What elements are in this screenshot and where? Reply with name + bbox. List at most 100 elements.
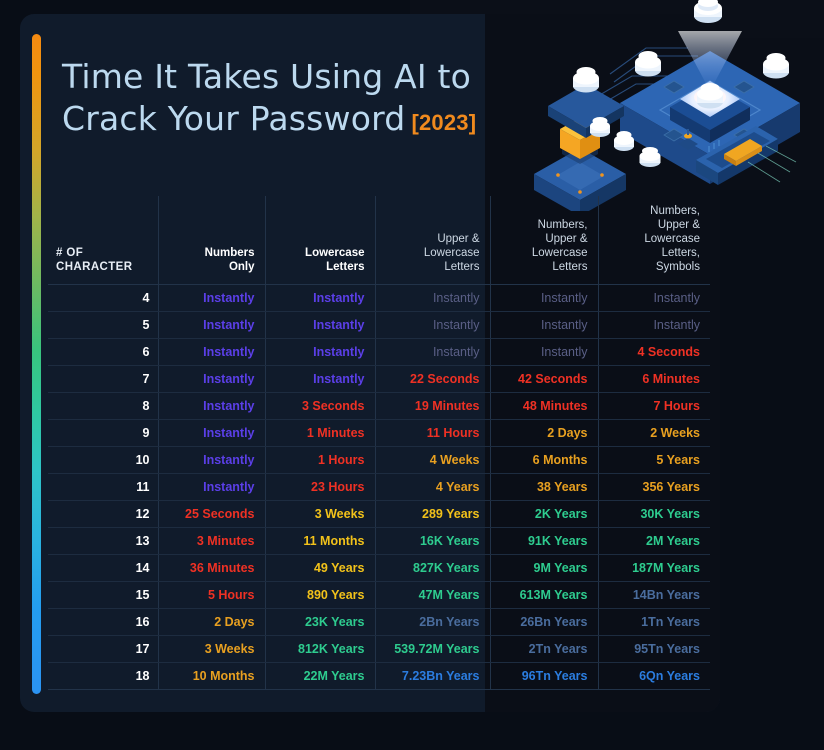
column-header-lowercase-letters: Lowercase Letters — [265, 196, 376, 285]
cell-crack-time: 36 Minutes — [158, 554, 266, 582]
cell-crack-time: 48 Minutes — [490, 392, 599, 420]
cell-crack-time: Instantly — [158, 446, 266, 474]
table-row: 6 Instantly Instantly Instantly Instantly 4 S… — [48, 338, 710, 366]
cell-crack-time: Instantly — [375, 338, 491, 366]
cell-crack-time: 2M Years — [598, 527, 710, 555]
cell-character-count: 11 — [48, 473, 159, 501]
cell-crack-time: 2 Weeks — [598, 419, 710, 447]
page-title: Time It Takes Using AI to Crack Your Pas… — [62, 56, 532, 144]
table-row: 4 Instantly Instantly Instantly Instantly Ins… — [48, 284, 710, 312]
cell-character-count: 9 — [48, 419, 159, 447]
table-row: 7 Instantly Instantly 22 Seconds 42 Seconds 6… — [48, 365, 710, 393]
column-header-numbers-upper-lowercase: Numbers, Upper & Lowercase Letters — [490, 196, 599, 285]
cell-crack-time: 47M Years — [375, 581, 491, 609]
cell-crack-time: Instantly — [375, 284, 491, 312]
cell-crack-time: 1Tn Years — [598, 608, 710, 636]
cell-crack-time: 356 Years — [598, 473, 710, 501]
cell-crack-time: 3 Weeks — [158, 635, 266, 663]
cell-crack-time: 4 Weeks — [375, 446, 491, 474]
cell-crack-time: Instantly — [265, 284, 376, 312]
cell-crack-time: 22M Years — [265, 662, 376, 690]
cell-character-count: 7 — [48, 365, 159, 393]
cell-character-count: 12 — [48, 500, 159, 528]
cell-crack-time: 96Tn Years — [490, 662, 599, 690]
cell-crack-time: 38 Years — [490, 473, 599, 501]
cell-crack-time: 812K Years — [265, 635, 376, 663]
cell-crack-time: 289 Years — [375, 500, 491, 528]
cell-crack-time: Instantly — [158, 473, 266, 501]
cell-crack-time: 6Qn Years — [598, 662, 710, 690]
cell-character-count: 17 — [48, 635, 159, 663]
table-row: 9 Instantly 1 Minutes 11 Hours 2 Days 2 Weeks — [48, 419, 710, 447]
cell-crack-time: 16K Years — [375, 527, 491, 555]
table-header-row: # OF CHARACTER Numbers Only Lowercase Lette… — [48, 196, 710, 285]
cell-character-count: 4 — [48, 284, 159, 312]
cell-crack-time: 25 Seconds — [158, 500, 266, 528]
cell-crack-time: 9M Years — [490, 554, 599, 582]
cell-crack-time: 23 Hours — [265, 473, 376, 501]
cell-character-count: 16 — [48, 608, 159, 636]
cell-crack-time: Instantly — [158, 419, 266, 447]
cell-crack-time: Instantly — [598, 311, 710, 339]
table-row: 5 Instantly Instantly Instantly Instantly Ins… — [48, 311, 710, 339]
cell-crack-time: 3 Minutes — [158, 527, 266, 555]
cell-crack-time: 5 Hours — [158, 581, 266, 609]
table-row: 11 Instantly 23 Hours 4 Years 38 Years 356 Ye… — [48, 473, 710, 501]
cell-crack-time: 7 Hours — [598, 392, 710, 420]
title-year-badge: [2023] — [411, 110, 477, 135]
table-row: 17 3 Weeks 812K Years 539.72M Years 2Tn Year… — [48, 635, 710, 663]
table-row: 12 25 Seconds 3 Weeks 289 Years 2K Years 30K … — [48, 500, 710, 528]
cell-character-count: 6 — [48, 338, 159, 366]
cell-crack-time: Instantly — [158, 392, 266, 420]
table-header: # OF CHARACTER Numbers Only Lowercase Lette… — [48, 196, 710, 285]
cell-crack-time: 7.23Bn Years — [375, 662, 491, 690]
cell-crack-time: Instantly — [158, 311, 266, 339]
cell-crack-time: Instantly — [265, 365, 376, 393]
cell-crack-time: 42 Seconds — [490, 365, 599, 393]
cell-crack-time: 2Bn Years — [375, 608, 491, 636]
cell-character-count: 14 — [48, 554, 159, 582]
table-body: 4 Instantly Instantly Instantly Instantly Ins… — [48, 284, 710, 690]
table-row: 18 10 Months 22M Years 7.23Bn Years 96Tn Yea… — [48, 662, 710, 690]
table-row: 15 5 Hours 890 Years 47M Years 613M Years 14B… — [48, 581, 710, 609]
column-header-characters: # OF CHARACTER — [48, 196, 159, 285]
cell-crack-time: 4 Seconds — [598, 338, 710, 366]
cell-crack-time: 187M Years — [598, 554, 710, 582]
table-row: 10 Instantly 1 Hours 4 Weeks 6 Months 5 Years — [48, 446, 710, 474]
cell-character-count: 8 — [48, 392, 159, 420]
cell-crack-time: 10 Months — [158, 662, 266, 690]
cell-crack-time: 2K Years — [490, 500, 599, 528]
cell-crack-time: 1 Minutes — [265, 419, 376, 447]
table-row: 13 3 Minutes 11 Months 16K Years 91K Years 2M… — [48, 527, 710, 555]
cell-character-count: 5 — [48, 311, 159, 339]
cell-crack-time: 6 Months — [490, 446, 599, 474]
cell-crack-time: Instantly — [490, 338, 599, 366]
password-crack-time-table: # OF CHARACTER Numbers Only Lowercase Lette… — [48, 196, 710, 690]
cell-crack-time: 2Tn Years — [490, 635, 599, 663]
cell-crack-time: 827K Years — [375, 554, 491, 582]
column-header-numbers-only: Numbers Only — [158, 196, 266, 285]
cell-crack-time: 23K Years — [265, 608, 376, 636]
cell-crack-time: 890 Years — [265, 581, 376, 609]
cell-crack-time: 3 Seconds — [265, 392, 376, 420]
cell-crack-time: 95Tn Years — [598, 635, 710, 663]
cell-crack-time: 3 Weeks — [265, 500, 376, 528]
cell-crack-time: Instantly — [158, 284, 266, 312]
cell-crack-time: 26Bn Years — [490, 608, 599, 636]
cell-crack-time: 613M Years — [490, 581, 599, 609]
cell-character-count: 15 — [48, 581, 159, 609]
cell-crack-time: 11 Months — [265, 527, 376, 555]
infographic-root: Time It Takes Using AI to Crack Your Pas… — [0, 0, 824, 750]
cell-character-count: 10 — [48, 446, 159, 474]
cell-crack-time: 49 Years — [265, 554, 376, 582]
cell-crack-time: 1 Hours — [265, 446, 376, 474]
cell-crack-time: Instantly — [158, 338, 266, 366]
cell-character-count: 18 — [48, 662, 159, 690]
cell-crack-time: Instantly — [598, 284, 710, 312]
cell-crack-time: Instantly — [375, 311, 491, 339]
table-row: 16 2 Days 23K Years 2Bn Years 26Bn Years 1Tn … — [48, 608, 710, 636]
data-table: # OF CHARACTER Numbers Only Lowercase Lette… — [48, 196, 710, 690]
cell-crack-time: 2 Days — [490, 419, 599, 447]
cell-crack-time: 30K Years — [598, 500, 710, 528]
isometric-ai-processor-illustration — [534, 0, 800, 211]
